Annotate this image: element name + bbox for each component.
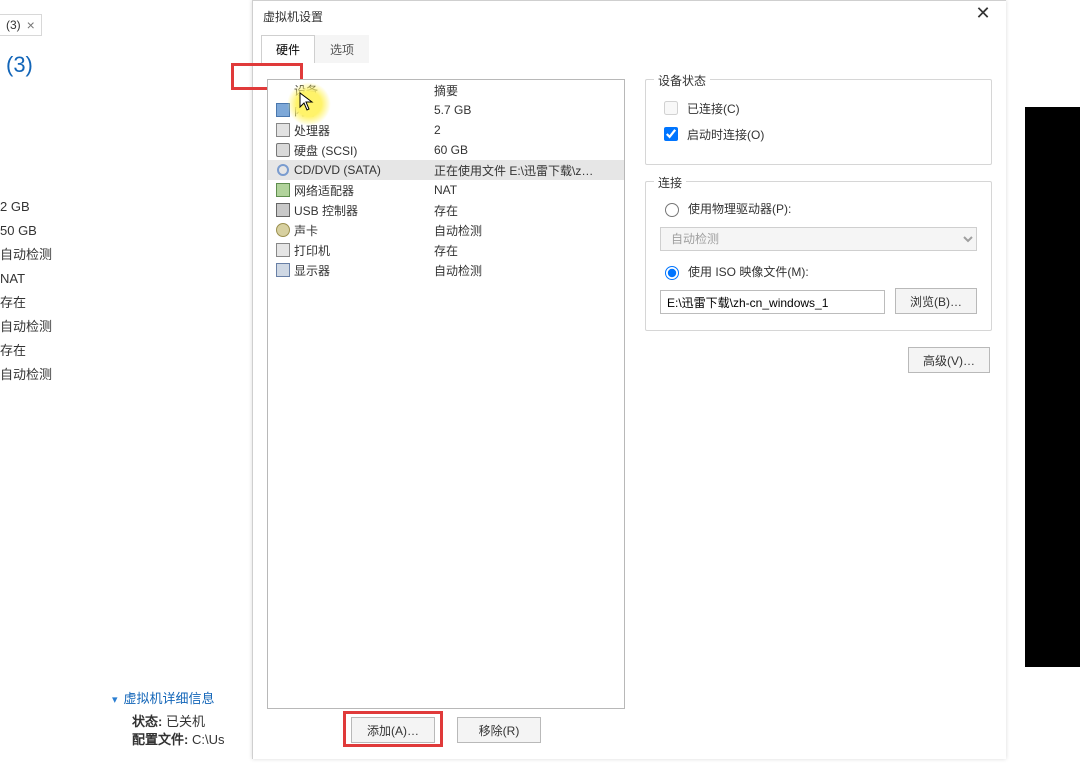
hardware-row[interactable]: 声卡自动检测 [268, 220, 624, 240]
config-label: 配置文件: [132, 732, 188, 747]
advanced-button[interactable]: 高级(V)… [908, 347, 990, 373]
host-summary-item: 2 GB [0, 195, 60, 219]
device-summary: 2 [434, 123, 624, 137]
device-icon [276, 143, 290, 157]
physical-radio[interactable] [665, 203, 679, 217]
hardware-row[interactable]: 内存5.7 GB [268, 100, 624, 120]
host-summary-item: 存在 [0, 291, 60, 315]
remove-button[interactable]: 移除(R) [457, 717, 541, 743]
dialog-title: 虚拟机设置 [263, 8, 323, 25]
device-name: CD/DVD (SATA) [294, 163, 434, 177]
group-title-connection: 连接 [654, 174, 686, 191]
poweron-checkbox[interactable] [664, 127, 678, 141]
hardware-row[interactable]: 显示器自动检测 [268, 260, 624, 280]
device-icon [276, 103, 290, 117]
device-icon [276, 203, 290, 217]
hardware-row[interactable]: 打印机存在 [268, 240, 624, 260]
host-preview-area [1025, 107, 1080, 667]
dialog-body: 设备 摘要 内存5.7 GB处理器2硬盘 (SCSI)60 GBCD/DVD (… [253, 63, 1006, 763]
host-summary-item: 50 GB [0, 219, 60, 243]
hardware-row[interactable]: CD/DVD (SATA)正在使用文件 E:\迅雷下载\z… [268, 160, 624, 180]
checkbox-connected[interactable]: 已连接(C) [660, 98, 977, 118]
device-icon [276, 263, 290, 277]
device-name: 内存 [294, 102, 434, 119]
device-summary: NAT [434, 183, 624, 197]
config-value: C:\Us [192, 732, 225, 747]
group-device-status: 设备状态 已连接(C) 启动时连接(O) [645, 79, 992, 165]
device-name: 硬盘 (SCSI) [294, 142, 434, 159]
host-summary-item: 自动检测 [0, 315, 60, 339]
group-connection: 连接 使用物理驱动器(P): 自动检测 使用 ISO 映像文件(M): 浏览(B… [645, 181, 992, 331]
device-name: USB 控制器 [294, 202, 434, 219]
browse-button[interactable]: 浏览(B)… [895, 288, 977, 314]
hardware-list-panel[interactable]: 设备 摘要 内存5.7 GB处理器2硬盘 (SCSI)60 GBCD/DVD (… [267, 79, 625, 709]
device-name: 声卡 [294, 222, 434, 239]
host-tab-label: (3) [6, 18, 21, 32]
host-vm-title: (3) [6, 52, 33, 78]
hardware-list-header: 设备 摘要 [268, 80, 624, 100]
vm-details: 虚拟机详细信息 状态: 已关机 配置文件: C:\Us [112, 688, 224, 749]
iso-path-input[interactable] [660, 290, 885, 314]
device-name: 打印机 [294, 242, 434, 259]
device-name: 处理器 [294, 122, 434, 139]
device-summary: 60 GB [434, 143, 624, 157]
hardware-row[interactable]: 网络适配器NAT [268, 180, 624, 200]
hardware-row[interactable]: USB 控制器存在 [268, 200, 624, 220]
dialog-titlebar: 虚拟机设置 ✕ [253, 1, 1006, 31]
group-title-status: 设备状态 [654, 72, 710, 89]
host-summary-item: 自动检测 [0, 243, 60, 267]
host-summary-item: NAT [0, 267, 60, 291]
device-icon [276, 223, 290, 237]
device-summary: 正在使用文件 E:\迅雷下载\z… [434, 162, 624, 179]
physical-drive-select: 自动检测 [660, 227, 977, 251]
col-summary: 摘要 [434, 82, 624, 99]
connected-checkbox [664, 101, 678, 115]
tab-options[interactable]: 选项 [315, 35, 369, 63]
device-icon [276, 183, 290, 197]
col-device: 设备 [294, 82, 434, 99]
device-summary: 存在 [434, 202, 624, 219]
hardware-row[interactable]: 硬盘 (SCSI)60 GB [268, 140, 624, 160]
host-summary-list: 2 GB50 GB自动检测NAT存在自动检测存在自动检测 [0, 195, 60, 387]
device-icon [276, 243, 290, 257]
host-summary-item: 存在 [0, 339, 60, 363]
device-name: 显示器 [294, 262, 434, 279]
host-tab[interactable]: (3) × [0, 14, 42, 36]
device-settings-pane: 设备状态 已连接(C) 启动时连接(O) 连接 使用物理驱动器(P): 自动检测 [625, 79, 992, 763]
hardware-row[interactable]: 处理器2 [268, 120, 624, 140]
close-tab-icon[interactable]: × [27, 17, 35, 33]
device-icon [277, 164, 289, 176]
close-icon[interactable]: ✕ [970, 3, 996, 25]
device-name: 网络适配器 [294, 182, 434, 199]
vm-details-header[interactable]: 虚拟机详细信息 [112, 688, 224, 707]
device-summary: 存在 [434, 242, 624, 259]
iso-radio[interactable] [665, 266, 679, 280]
radio-use-physical[interactable]: 使用物理驱动器(P): [660, 200, 977, 217]
host-summary-item: 自动检测 [0, 363, 60, 387]
dialog-tabs: 硬件 选项 [253, 31, 1006, 63]
device-summary: 自动检测 [434, 222, 624, 239]
radio-use-iso[interactable]: 使用 ISO 映像文件(M): [660, 263, 977, 280]
device-summary: 自动检测 [434, 262, 624, 279]
status-label: 状态: [132, 714, 162, 729]
vm-settings-dialog: 虚拟机设置 ✕ 硬件 选项 设备 摘要 内存5.7 GB处理器2硬盘 (SCSI… [252, 0, 1006, 759]
tab-hardware[interactable]: 硬件 [261, 35, 315, 63]
checkbox-connect-at-poweron[interactable]: 启动时连接(O) [660, 124, 977, 144]
hardware-action-buttons: 添加(A)… 移除(R) [267, 717, 625, 743]
add-button[interactable]: 添加(A)… [351, 717, 435, 743]
status-value: 已关机 [166, 714, 205, 729]
device-summary: 5.7 GB [434, 103, 624, 117]
device-icon [276, 123, 290, 137]
